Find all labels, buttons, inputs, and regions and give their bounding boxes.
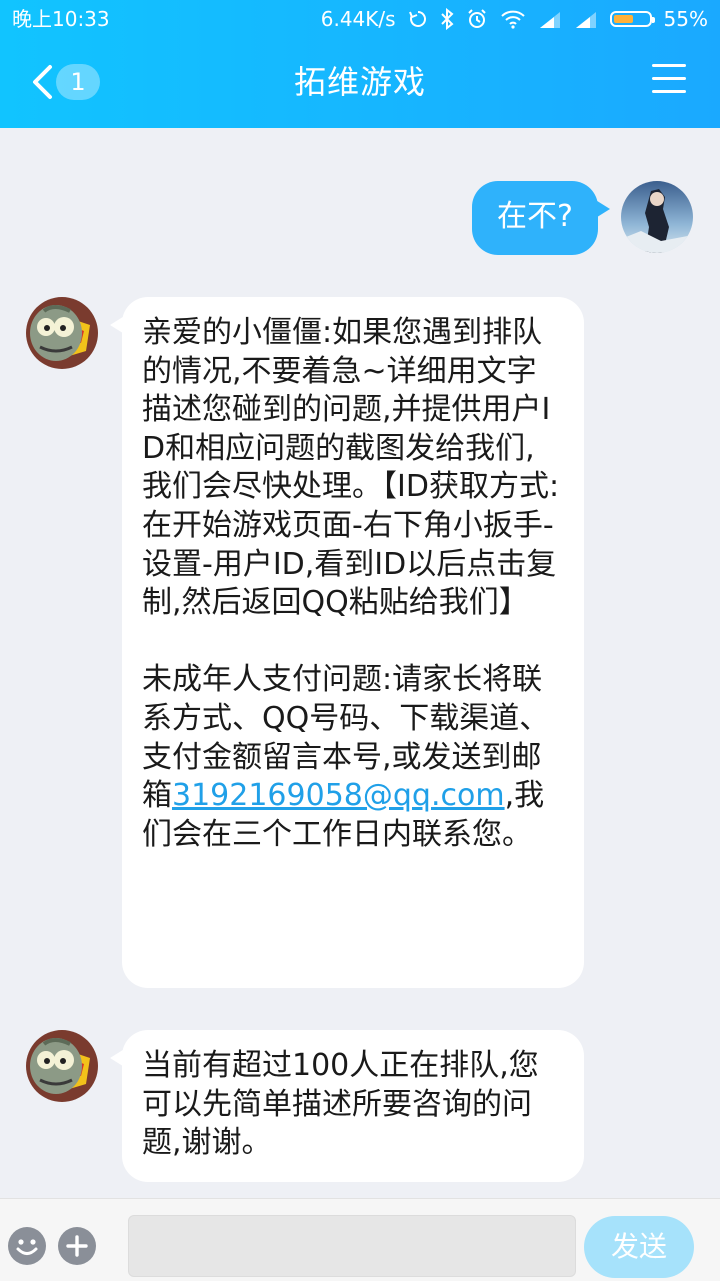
bot-avatar[interactable] xyxy=(26,297,98,369)
email-link[interactable]: 3192169058@qq.com xyxy=(172,778,505,813)
top-header: 晚上10:33 6.44K/s 55% 1 拓维游戏 xyxy=(0,0,720,128)
message-bubble-sent[interactable]: 在不? xyxy=(472,181,598,255)
message-text: 当前有超过100人正在排队,您可以先简单描述所要咨询的问题,谢谢。 xyxy=(142,1048,539,1161)
signal-icon-2 xyxy=(574,10,598,28)
bot-avatar[interactable] xyxy=(26,1030,98,1102)
title-bar: 1 拓维游戏 xyxy=(0,38,720,128)
plus-icon xyxy=(66,1235,88,1257)
input-bar: 发送 xyxy=(0,1198,720,1281)
menu-icon-line xyxy=(652,64,686,67)
message-bubble-received[interactable]: 亲爱的小僵僵:如果您遇到排队的情况,不要着急~详细用文字描述您碰到的问题,并提供… xyxy=(122,297,584,988)
menu-icon-line xyxy=(652,90,686,93)
send-button[interactable]: 发送 xyxy=(584,1216,694,1278)
menu-button[interactable] xyxy=(652,64,686,98)
battery-icon xyxy=(609,11,655,27)
bluetooth-icon xyxy=(440,8,454,30)
status-icons: 6.44K/s 55% xyxy=(321,0,708,38)
smiley-icon xyxy=(16,1239,38,1255)
alarm-icon xyxy=(466,8,488,30)
sync-icon xyxy=(408,9,428,29)
message-paragraph: 亲爱的小僵僵:如果您遇到排队的情况,不要着急~详细用文字描述您碰到的问题,并提供… xyxy=(142,315,560,621)
message-text: 在不? xyxy=(497,199,573,234)
signal-icon xyxy=(538,10,562,28)
network-speed: 6.44K/s xyxy=(320,7,396,31)
page-title: 拓维游戏 xyxy=(293,63,426,101)
message-input[interactable] xyxy=(128,1215,576,1277)
wifi-icon xyxy=(500,9,526,29)
status-time: 晚上10:33 xyxy=(12,7,110,31)
message-paragraph: 未成年人支付问题:请家长将联系方式、QQ号码、下载渠道、支付金额留言本号,或发送… xyxy=(142,661,562,854)
menu-icon-line xyxy=(652,77,686,80)
emoji-button[interactable] xyxy=(8,1227,46,1265)
battery-percent: 55% xyxy=(663,7,708,31)
add-button[interactable] xyxy=(58,1227,96,1265)
status-bar: 晚上10:33 6.44K/s 55% xyxy=(0,0,720,38)
message-bubble-received[interactable]: 当前有超过100人正在排队,您可以先简单描述所要咨询的问题,谢谢。 xyxy=(122,1030,584,1182)
my-avatar[interactable] xyxy=(621,181,693,253)
